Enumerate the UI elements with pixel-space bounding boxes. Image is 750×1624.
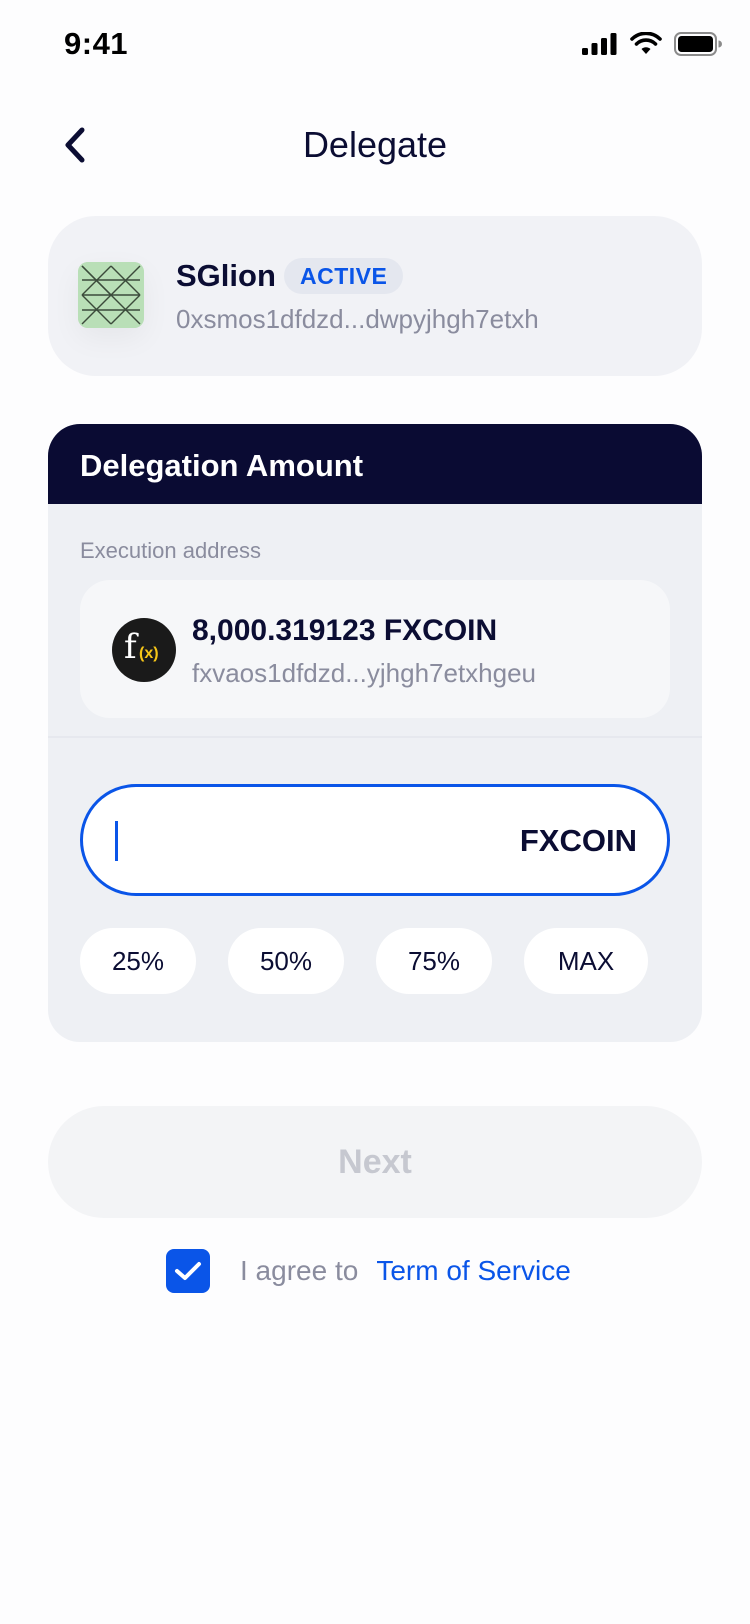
- next-button[interactable]: Next: [48, 1106, 702, 1218]
- execution-account[interactable]: f (x) 8,000.319123 FXCOIN fxvaos1dfdzd...…: [80, 580, 670, 718]
- fx-coin-icon: f (x): [112, 618, 176, 682]
- delegation-card: Delegation Amount Execution address f (x)…: [48, 424, 702, 1042]
- status-icons: [582, 32, 722, 56]
- agree-row: I agree to Term of Service: [166, 1248, 571, 1294]
- status-time: 9:41: [64, 26, 129, 61]
- status-bar: 9:41: [0, 0, 750, 92]
- header: Delegate: [0, 110, 750, 180]
- wifi-icon: [630, 32, 662, 54]
- validator-avatar: [78, 262, 144, 328]
- terms-of-service-link[interactable]: Term of Service: [376, 1255, 571, 1287]
- text-caret: [115, 821, 118, 861]
- percent-25-button[interactable]: 25%: [80, 928, 196, 994]
- delegation-header: Delegation Amount: [48, 424, 702, 504]
- account-address: fxvaos1dfdzd...yjhgh7etxhgeu: [192, 658, 537, 688]
- percent-75-button[interactable]: 75%: [376, 928, 492, 994]
- validator-address: 0xsmos1dfdzd...dwpyjhgh7etxh: [176, 304, 539, 334]
- validator-name: SGlion: [176, 258, 276, 293]
- cellular-signal-icon: [582, 33, 617, 55]
- max-button[interactable]: MAX: [524, 928, 648, 994]
- execution-address-label: Execution address: [80, 538, 261, 563]
- checkmark-icon: [175, 1262, 201, 1280]
- delegation-title: Delegation Amount: [80, 448, 364, 483]
- battery-icon: [674, 32, 722, 56]
- status-badge: ACTIVE: [284, 258, 404, 294]
- agree-checkbox[interactable]: [166, 1249, 210, 1293]
- validator-logo-icon: [78, 262, 144, 328]
- validator-card[interactable]: SGlion ACTIVE 0xsmos1dfdzd...dwpyjhgh7et…: [48, 216, 702, 376]
- divider: [48, 736, 702, 738]
- amount-input[interactable]: FXCOIN: [80, 784, 670, 896]
- agree-text: I agree to: [240, 1255, 359, 1286]
- page-title: Delegate: [302, 124, 448, 165]
- amount-unit: FXCOIN: [519, 823, 637, 858]
- percent-50-button[interactable]: 50%: [228, 928, 344, 994]
- account-balance: 8,000.319123 FXCOIN: [192, 614, 498, 647]
